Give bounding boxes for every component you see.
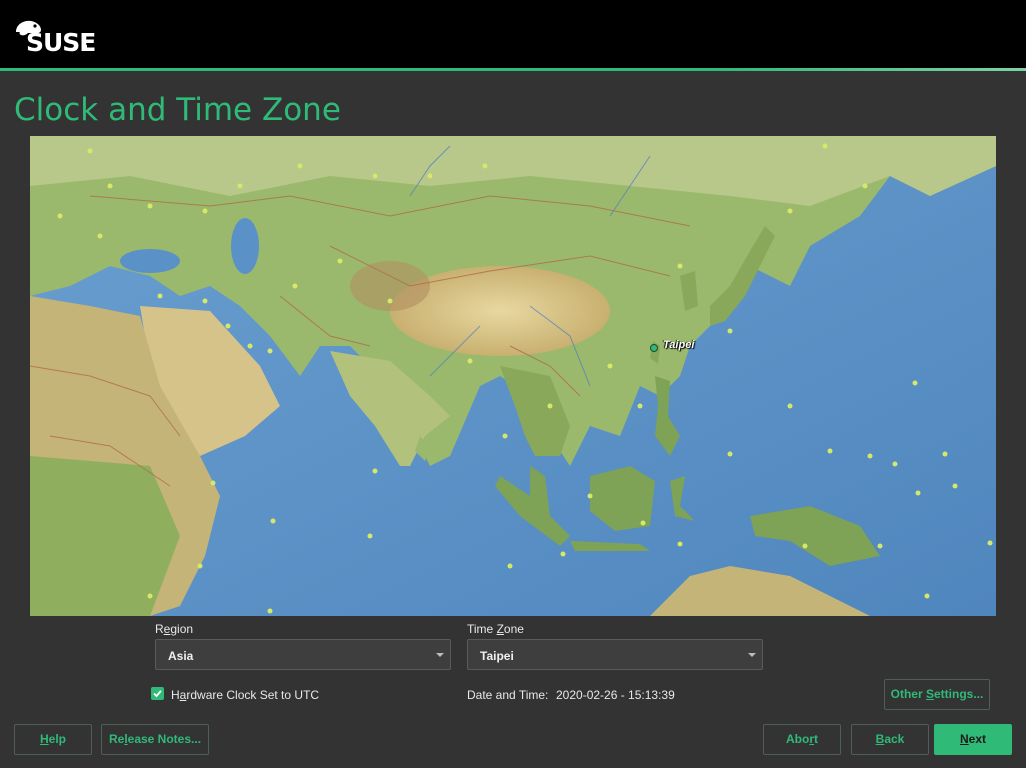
suse-logo: SUSE [14, 14, 96, 57]
selected-city-label: Taipei [663, 339, 695, 351]
header-accent-line [0, 68, 1026, 71]
next-button[interactable]: Next [934, 724, 1012, 755]
hwclock-checkbox[interactable] [151, 687, 164, 700]
check-icon [153, 690, 162, 698]
hwclock-label[interactable]: Hardware Clock Set to UTC [171, 688, 319, 702]
region-value: Asia [168, 649, 194, 663]
timezone-value: Taipei [480, 649, 514, 663]
chevron-down-icon [436, 653, 444, 657]
datetime-value: 2020-02-26 - 15:13:39 [556, 688, 675, 702]
release-notes-button[interactable]: Release Notes... [101, 724, 209, 755]
chevron-down-icon [748, 653, 756, 657]
back-button[interactable]: Back [851, 724, 929, 755]
timezone-label: Time Zone [467, 622, 524, 636]
abort-button[interactable]: Abort [763, 724, 841, 755]
logo-dot [83, 45, 87, 49]
datetime-label: Date and Time: [467, 688, 549, 702]
page-title: Clock and Time Zone [14, 92, 341, 128]
timezone-map[interactable]: Taipei [30, 136, 996, 616]
map-graphic [30, 136, 996, 616]
region-select[interactable]: Asia [155, 639, 451, 670]
help-button[interactable]: Help [14, 724, 92, 755]
taipei-marker [650, 344, 658, 352]
region-label: Region [155, 622, 194, 636]
timezone-select[interactable]: Taipei [467, 639, 763, 670]
other-settings-button[interactable]: Other Settings... [884, 679, 990, 710]
logo-text: SUSE [26, 28, 96, 57]
top-bar: SUSE [0, 0, 1026, 69]
